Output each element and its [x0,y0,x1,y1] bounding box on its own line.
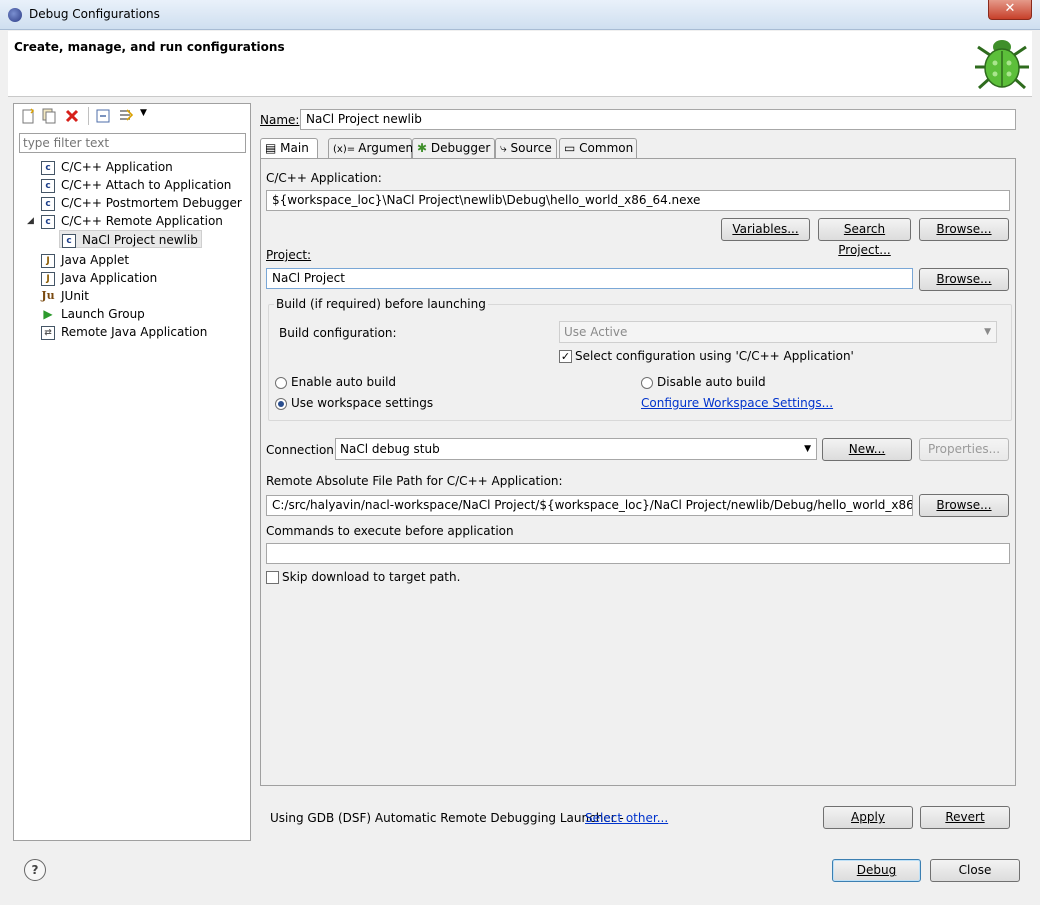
app-path-field[interactable]: ${workspace_loc}\NaCl Project\newlib\Deb… [266,190,1010,211]
filter-dropdown-icon[interactable]: ▼ [140,108,147,118]
duplicate-config-icon[interactable] [41,108,57,124]
bug-icon [975,40,1029,90]
project-label: Project: [266,248,312,262]
project-field[interactable]: NaCl Project [266,268,913,289]
main-tab-body: C/C++ Application: ${workspace_loc}\NaCl… [260,158,1016,786]
c-app-icon: c [41,214,55,229]
c-app-icon: c [41,160,55,175]
filter-icon[interactable] [118,108,134,124]
select-config-label: Select configuration using 'C/C++ Applic… [575,349,854,363]
tree-item-junit[interactable]: Ju JUnit [41,287,89,305]
chevron-down-icon: ▼ [984,327,991,337]
eclipse-icon [8,8,22,22]
name-label: Name: [260,113,300,127]
properties-button[interactable]: Properties... [919,438,1009,461]
remote-path-field[interactable]: C:/src/halyavin/nacl-workspace/NaCl Proj… [266,495,913,516]
java-applet-icon: J [41,253,55,268]
build-config-label: Build configuration: [279,326,397,340]
configuration-tree-panel: ▼ cC/C++ Application cC/C++ Attach to Ap… [13,103,251,841]
toolbar-divider [88,107,89,125]
tree-toolbar: ▼ [14,104,250,128]
filter-input[interactable] [19,133,246,153]
window-close-button[interactable]: ✕ [988,0,1032,20]
enable-auto-build-label: Enable auto build [291,375,397,389]
window-titlebar: Debug Configurations ✕ [0,0,1040,30]
tree-item-launch-group[interactable]: ▶ Launch Group [41,305,144,323]
debugger-tab-icon: ✱ [417,141,431,155]
c-app-icon: c [41,196,55,211]
commands-label: Commands to execute before application [266,524,514,538]
common-tab-icon: ▭ [564,141,580,155]
window-title: Debug Configurations [29,7,160,21]
use-workspace-label: Use workspace settings [291,396,434,410]
c-app-icon: c [41,178,55,193]
tree-item-java-applet[interactable]: J Java Applet [41,251,129,269]
browse-remote-button[interactable]: Browse... [919,494,1009,517]
build-config-select[interactable]: Use Active ▼ [559,321,997,343]
search-project-button[interactable]: Search Project... [818,218,911,257]
revert-button[interactable]: Revert [920,806,1010,829]
c-config-icon: c [62,233,76,248]
tree-item-remote-java[interactable]: ⇄ Remote Java Application [41,323,207,341]
name-field[interactable]: NaCl Project newlib [300,109,1016,130]
debug-button[interactable]: Debug [832,859,921,882]
build-group-title: Build (if required) before launching [274,297,488,311]
enable-auto-build-radio[interactable] [275,377,287,389]
java-app-icon: J [41,271,55,286]
tree-item-java-application[interactable]: J Java Application [41,269,157,287]
help-icon[interactable]: ? [24,859,46,881]
disable-auto-build-label: Disable auto build [657,375,766,389]
banner-title: Create, manage, and run configurations [14,40,285,54]
build-group: Build configuration: Use Active ▼ ✓ Selec… [268,304,1012,421]
junit-icon: Ju [41,288,55,302]
arguments-tab-icon: (x)= [333,144,359,155]
commands-field[interactable] [266,543,1010,564]
select-config-checkbox[interactable]: ✓ [559,350,572,363]
tab-common[interactable]: ▭ Common [559,138,637,158]
tree-item-cpp-postmortem[interactable]: c C/C++ Postmortem Debugger [41,194,242,212]
collapse-all-icon[interactable] [95,108,111,124]
launcher-text: Using GDB (DSF) Automatic Remote Debuggi… [270,811,624,825]
configuration-editor: Name: NaCl Project newlib ▤ Main (x)= Ar… [253,103,1022,841]
apply-button[interactable]: Apply [823,806,913,829]
connection-select[interactable]: NaCl debug stub ▼ [335,438,817,460]
tab-main[interactable]: ▤ Main [260,138,318,159]
configure-workspace-link[interactable]: Configure Workspace Settings... [641,396,833,410]
chevron-down-icon: ▼ [804,444,811,454]
tab-debugger[interactable]: ✱ Debugger [412,138,495,158]
use-workspace-radio[interactable] [275,398,287,410]
browse-project-button[interactable]: Browse... [919,268,1009,291]
skip-download-label: Skip download to target path. [282,570,461,584]
app-label: C/C++ Application: [266,171,382,185]
tree-item-nacl-project-newlib[interactable]: c NaCl Project newlib [59,230,202,248]
tree-item-cpp-remote[interactable]: c C/C++ Remote Application [41,212,223,230]
tab-arguments[interactable]: (x)= Arguments [328,138,424,158]
tree-item-cpp-application[interactable]: c C/C++ Application [41,158,173,176]
remote-java-icon: ⇄ [41,325,55,340]
close-button[interactable]: Close [930,859,1020,882]
tree-item-cpp-attach[interactable]: c C/C++ Attach to Application [41,176,231,194]
disable-auto-build-radio[interactable] [641,377,653,389]
dialog-banner: Create, manage, and run configurations [8,31,1032,97]
new-connection-button[interactable]: New... [822,438,912,461]
expand-toggle-icon[interactable]: ◢ [27,216,34,226]
select-other-link[interactable]: Select other... [585,811,668,825]
source-tab-icon: ⤷ [500,141,511,155]
skip-download-checkbox[interactable] [266,571,279,584]
new-config-icon[interactable] [20,108,36,124]
main-tab-icon: ▤ [265,141,281,155]
connection-label: Connection: [266,443,338,457]
tab-source[interactable]: ⤷ Source [495,138,557,158]
delete-config-icon[interactable] [64,108,80,124]
browse-app-button[interactable]: Browse... [919,218,1009,241]
launch-group-icon: ▶ [43,306,53,321]
variables-button[interactable]: Variables... [721,218,810,241]
remote-path-label: Remote Absolute File Path for C/C++ Appl… [266,474,563,488]
